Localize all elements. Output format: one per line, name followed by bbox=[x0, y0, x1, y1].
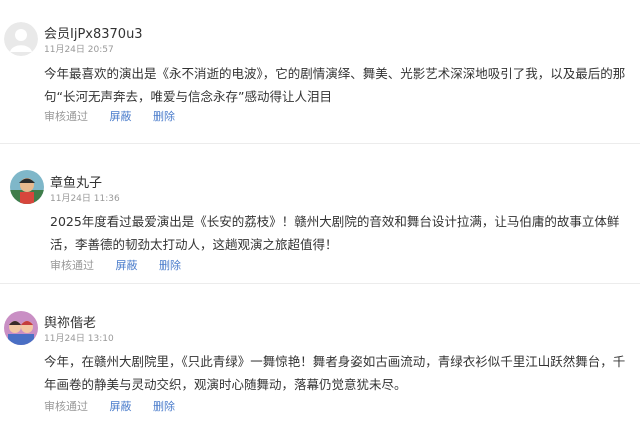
comment-divider bbox=[0, 283, 640, 284]
comment-time: 11月24日 13:10 bbox=[44, 334, 114, 344]
comment-actions: 审核通过 屏蔽 删除 bbox=[44, 108, 193, 124]
comment-username[interactable]: 章鱼丸子 bbox=[50, 172, 102, 191]
comment-actions: 审核通过 屏蔽 删除 bbox=[50, 257, 199, 273]
comment-username[interactable]: 舆祢偕老 bbox=[44, 312, 96, 331]
review-status: 审核通过 bbox=[50, 259, 94, 272]
comment-time: 11月24日 20:57 bbox=[44, 45, 114, 55]
comment-item: 章鱼丸子 11月24日 11:36 2025年度看过最爱演出是《长安的荔枝》！赣… bbox=[0, 150, 640, 280]
comment-content: 今年最喜欢的演出是《永不消逝的电波》，它的剧情演绎、舞美、光影艺术深深地吸引了我… bbox=[44, 66, 626, 104]
user-avatar[interactable] bbox=[10, 170, 44, 204]
comment-content: 2025年度看过最爱演出是《长安的荔枝》！赣州大剧院的音效和舞台设计拉满，让马伯… bbox=[50, 214, 620, 252]
comment-time: 11月24日 11:36 bbox=[50, 194, 120, 204]
delete-button[interactable]: 删除 bbox=[153, 108, 175, 124]
hide-button[interactable]: 屏蔽 bbox=[116, 257, 138, 273]
delete-button[interactable]: 删除 bbox=[159, 257, 181, 273]
delete-button[interactable]: 删除 bbox=[153, 398, 175, 414]
comment-item: 会员IjPx8370u3 11月24日 20:57 今年最喜欢的演出是《永不消逝… bbox=[0, 0, 640, 135]
comment-username[interactable]: 会员IjPx8370u3 bbox=[44, 23, 143, 42]
default-avatar-icon bbox=[4, 22, 38, 56]
review-status: 审核通过 bbox=[44, 110, 88, 123]
hide-button[interactable]: 屏蔽 bbox=[110, 398, 132, 414]
comment-content: 今年，在赣州大剧院里，《只此青绿》一舞惊艳！舞者身姿如古画流动，青绿衣衫似千里江… bbox=[44, 354, 626, 392]
user-avatar[interactable] bbox=[4, 311, 38, 345]
review-status: 审核通过 bbox=[44, 400, 88, 413]
hide-button[interactable]: 屏蔽 bbox=[110, 108, 132, 124]
comment-item: 舆祢偕老 11月24日 13:10 今年，在赣州大剧院里，《只此青绿》一舞惊艳！… bbox=[0, 290, 640, 433]
comment-divider bbox=[0, 143, 640, 144]
comment-actions: 审核通过 屏蔽 删除 bbox=[44, 398, 193, 414]
